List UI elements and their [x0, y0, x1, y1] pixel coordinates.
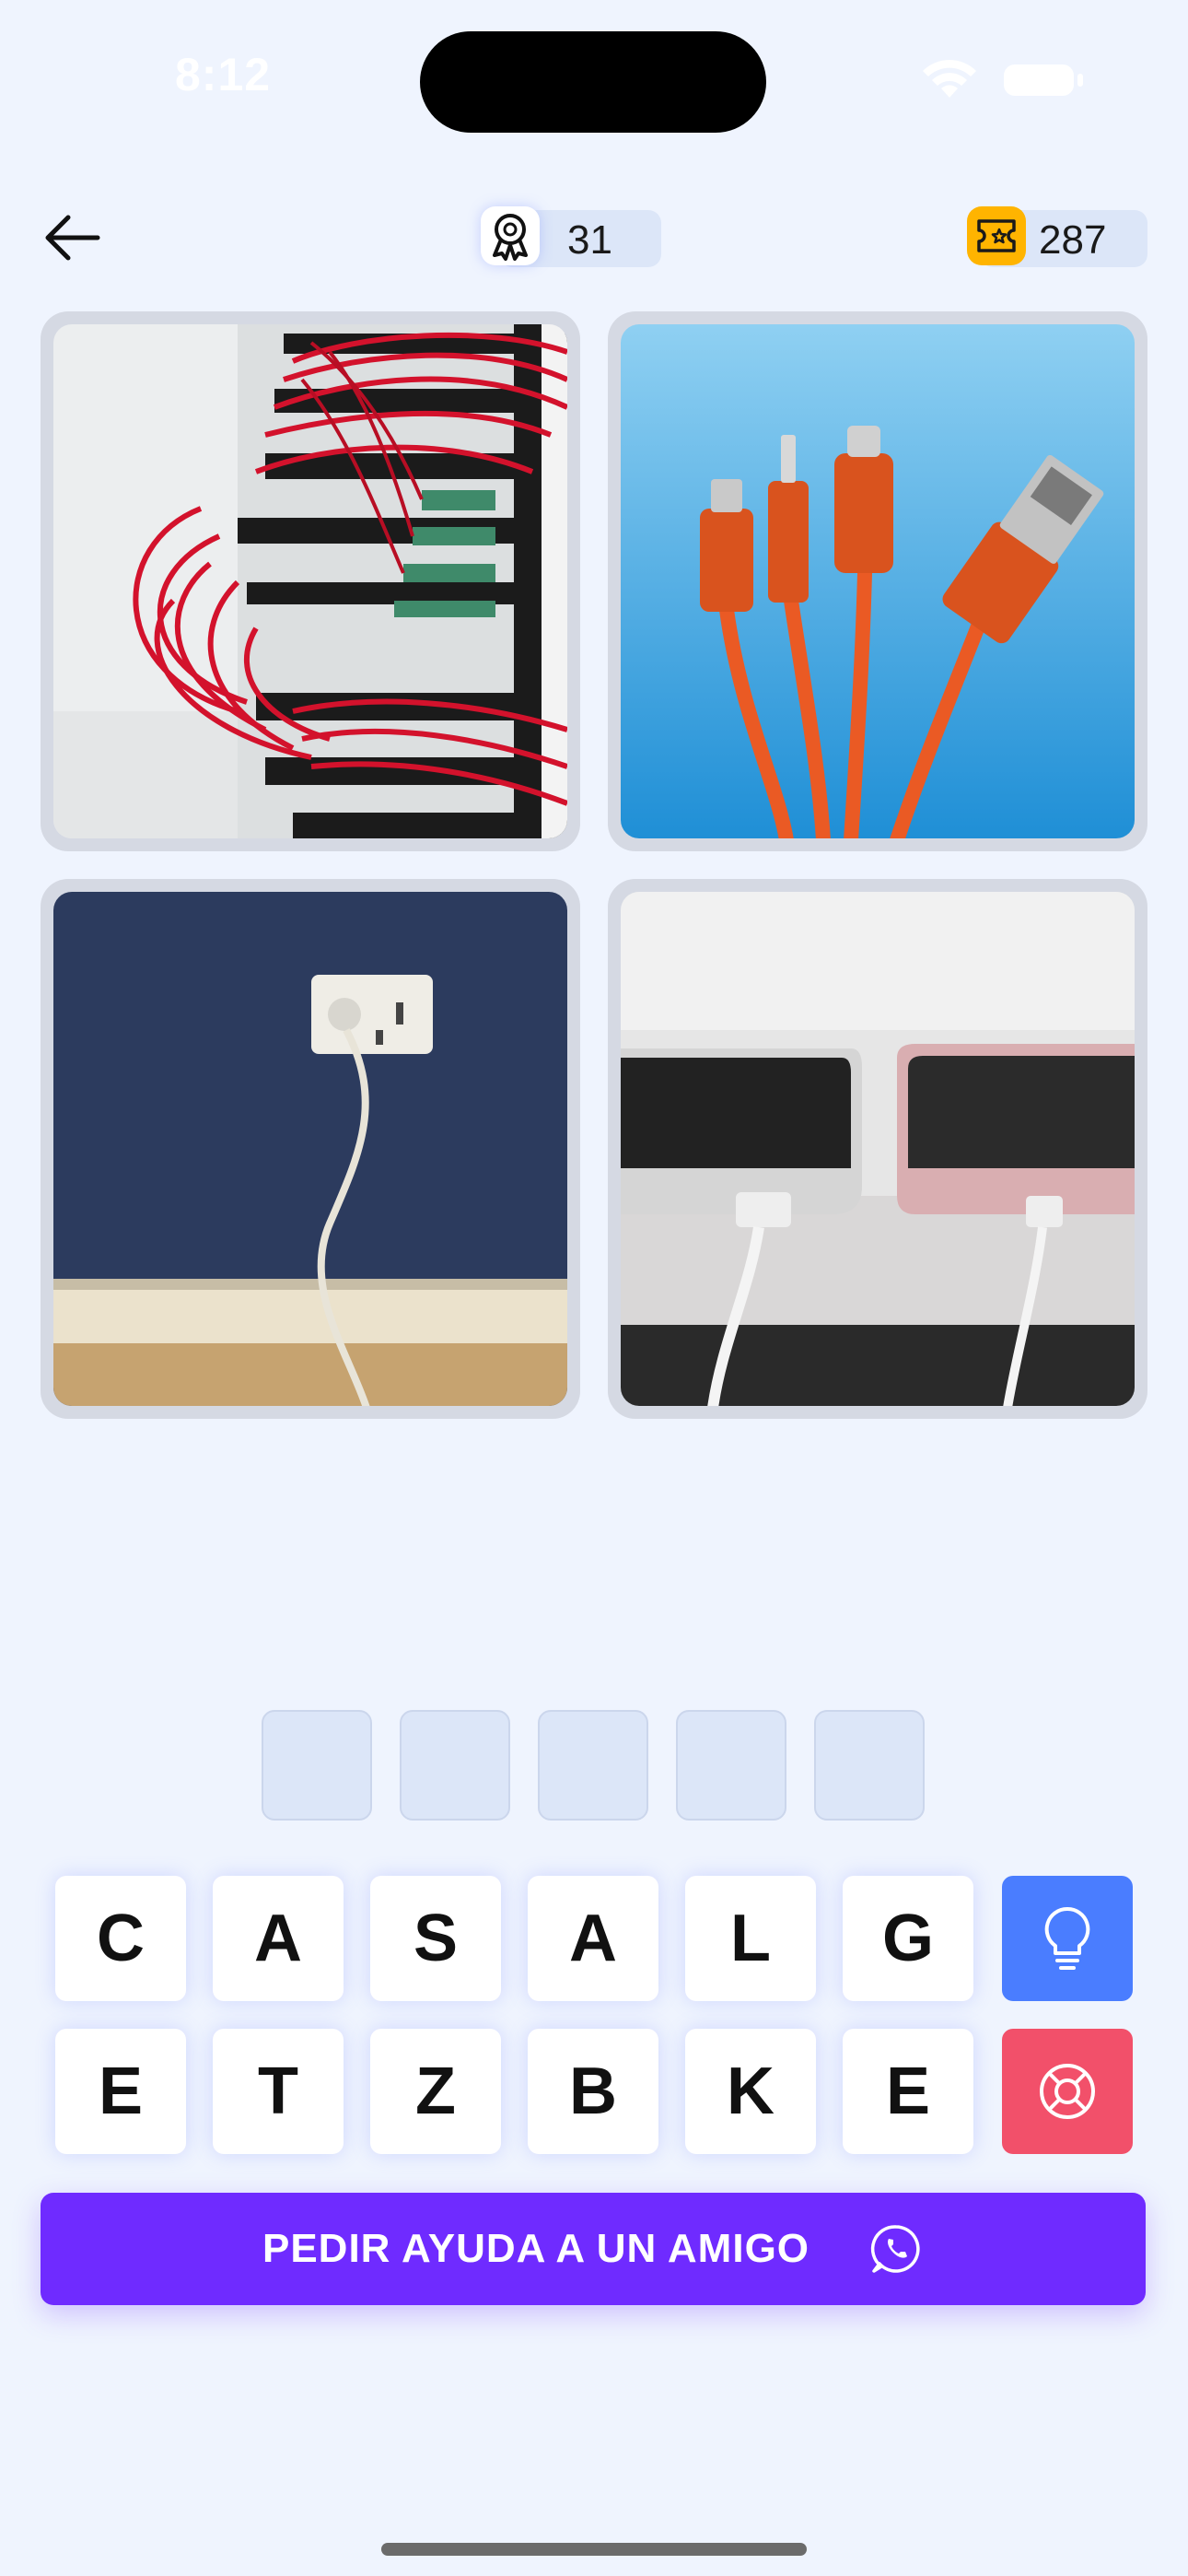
hint-button[interactable]	[1002, 1876, 1133, 2001]
answer-slot-1[interactable]	[262, 1710, 372, 1821]
award-ribbon-icon	[481, 206, 540, 265]
answer-slot-5[interactable]	[814, 1710, 925, 1821]
ticket-icon	[967, 206, 1026, 265]
image-tile-1[interactable]	[41, 311, 580, 851]
image-tile-4[interactable]	[608, 879, 1147, 1419]
home-indicator	[381, 2543, 807, 2556]
letter-key[interactable]: A	[213, 1876, 344, 2001]
letter-key[interactable]: T	[213, 2029, 344, 2154]
letter-key[interactable]: E	[55, 2029, 186, 2154]
dynamic-island	[420, 31, 766, 133]
phones-charging-photo	[621, 892, 1135, 1406]
letter-key[interactable]: G	[843, 1876, 973, 2001]
wall-outlet-cable-photo	[53, 892, 567, 1406]
letter-key[interactable]: L	[685, 1876, 816, 2001]
letter-key[interactable]: C	[55, 1876, 186, 2001]
battery-icon	[1004, 64, 1074, 96]
image-tile-2[interactable]	[608, 311, 1147, 851]
help-button[interactable]	[1002, 2029, 1133, 2154]
letter-key[interactable]: E	[843, 2029, 973, 2154]
lifebuoy-icon	[1040, 2064, 1095, 2119]
ask-friend-button[interactable]: PEDIR AYUDA A UN AMIGO	[41, 2193, 1146, 2305]
lightbulb-icon	[1044, 1906, 1090, 1970]
letter-key[interactable]: Z	[370, 2029, 501, 2154]
answer-slot-4[interactable]	[676, 1710, 786, 1821]
image-tile-3[interactable]	[41, 879, 580, 1419]
network-cables-photo	[53, 324, 567, 838]
level-value: 31	[567, 217, 612, 263]
answer-slot-2[interactable]	[400, 1710, 510, 1821]
letter-key[interactable]: B	[528, 2029, 658, 2154]
battery-tip	[1077, 74, 1083, 87]
answer-slot-3[interactable]	[538, 1710, 648, 1821]
whatsapp-icon	[870, 2225, 920, 2273]
coins-value: 287	[1039, 217, 1107, 263]
letter-key[interactable]: A	[528, 1876, 658, 2001]
ask-friend-label: PEDIR AYUDA A UN AMIGO	[262, 2226, 810, 2271]
letter-key[interactable]: K	[685, 2029, 816, 2154]
usb-charging-cables-photo	[621, 324, 1135, 838]
arrow-left-icon[interactable]	[41, 205, 107, 271]
wifi-icon	[923, 59, 976, 98]
status-time: 8:12	[175, 49, 272, 100]
letter-key[interactable]: S	[370, 1876, 501, 2001]
